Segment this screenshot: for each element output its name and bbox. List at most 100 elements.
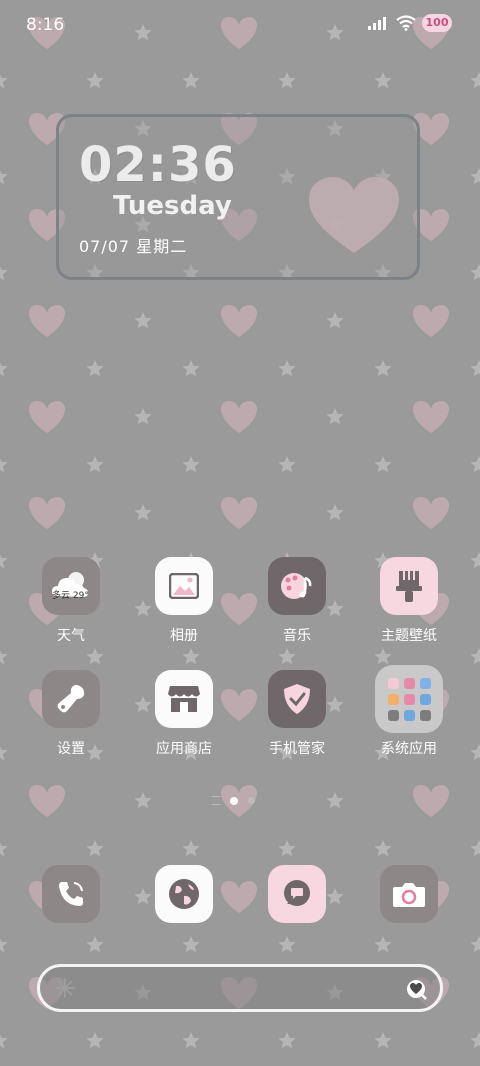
page-dot[interactable] <box>248 797 255 804</box>
wallpaper-star <box>374 648 392 665</box>
wallpaper-star <box>374 360 392 377</box>
app-label: 手机管家 <box>269 741 325 757</box>
wallpaper-heart <box>28 785 66 817</box>
app-label: 天气 <box>57 628 85 644</box>
app-security[interactable]: 手机管家 <box>247 670 347 758</box>
wallpaper-star <box>86 360 104 377</box>
wallpaper-heart <box>220 401 258 433</box>
wifi-icon <box>396 15 416 31</box>
wallpaper-star <box>278 72 296 89</box>
wallpaper-heart <box>220 497 258 529</box>
clock-date: 07/07 星期二 <box>79 237 188 256</box>
wallpaper-star <box>374 840 392 857</box>
app-label: 系统应用 <box>381 741 437 757</box>
theme-brush-icon[interactable] <box>380 557 438 615</box>
weather-icon[interactable]: 多云 29° <box>42 557 100 615</box>
wallpaper-star <box>86 72 104 89</box>
wallpaper-star <box>134 504 152 521</box>
wallpaper-star <box>182 648 200 665</box>
wallpaper-star <box>326 408 344 425</box>
music-icon[interactable] <box>268 557 326 615</box>
app-store[interactable]: 应用商店 <box>134 670 234 758</box>
wallpaper-star <box>278 456 296 473</box>
page-indicator[interactable] <box>212 796 255 805</box>
wallpaper-heart <box>412 305 450 337</box>
wallpaper-star <box>182 840 200 857</box>
wallpaper-star <box>0 74 8 89</box>
wallpaper-star <box>86 648 104 665</box>
wallpaper-star <box>470 552 480 569</box>
app-gallery[interactable]: 相册 <box>134 557 234 645</box>
app-music[interactable]: 音乐 <box>247 557 347 645</box>
dock-phone[interactable] <box>21 865 121 923</box>
wallpaper-star <box>470 264 480 281</box>
folder-icon[interactable] <box>375 665 443 733</box>
wallpaper-star <box>470 840 480 857</box>
dock-camera[interactable] <box>359 865 459 923</box>
status-icons: 100 <box>368 14 452 32</box>
app-weather[interactable]: 多云 29° 天气 <box>21 557 121 645</box>
assistant-spark-icon[interactable] <box>54 977 76 999</box>
app-themes[interactable]: 主题壁纸 <box>359 557 459 645</box>
dock-messages[interactable] <box>247 865 347 923</box>
security-shield-icon[interactable] <box>268 670 326 728</box>
wallpaper-star <box>134 312 152 329</box>
wallpaper-star <box>0 650 8 665</box>
dock-browser[interactable] <box>134 865 234 923</box>
clock-time: 02:36 <box>79 137 237 193</box>
camera-icon[interactable] <box>380 865 438 923</box>
wallpaper-star <box>470 648 480 665</box>
wallpaper-star <box>470 744 480 761</box>
wallpaper-heart <box>220 305 258 337</box>
app-label: 相册 <box>170 628 198 644</box>
wallpaper-star <box>374 1032 392 1049</box>
wallpaper-star <box>470 360 480 377</box>
app-folder-system[interactable]: 系统应用 <box>359 665 459 758</box>
wallpaper-star <box>278 840 296 857</box>
wallpaper-star <box>134 792 152 809</box>
heart-search-icon[interactable] <box>404 977 428 1001</box>
wallpaper-star <box>470 168 480 185</box>
wallpaper-heart <box>220 17 258 49</box>
wallpaper-star <box>182 1032 200 1049</box>
wallpaper-star <box>326 792 344 809</box>
wallpaper-star <box>470 936 480 953</box>
settings-wrench-icon[interactable] <box>42 670 100 728</box>
wallpaper-star <box>470 1032 480 1049</box>
wallpaper-star <box>134 408 152 425</box>
browser-globe-icon[interactable] <box>155 865 213 923</box>
wallpaper-heart <box>412 401 450 433</box>
clock-day: Tuesday <box>113 191 232 221</box>
wallpaper-star <box>0 266 8 281</box>
messages-icon[interactable] <box>268 865 326 923</box>
widget-heart-decoration <box>309 177 399 253</box>
phone-icon[interactable] <box>42 865 100 923</box>
page-list-indicator <box>212 796 220 805</box>
search-bar[interactable] <box>37 964 443 1012</box>
wallpaper-star <box>0 842 8 857</box>
wallpaper-star <box>326 312 344 329</box>
wallpaper-star <box>0 554 8 569</box>
wallpaper-star <box>86 840 104 857</box>
wallpaper-star <box>278 936 296 953</box>
wallpaper-heart <box>28 305 66 337</box>
wallpaper-star <box>470 72 480 89</box>
wallpaper-star <box>0 938 8 953</box>
weather-text: 多云 29° <box>52 591 89 601</box>
clock-widget[interactable]: 02:36 Tuesday 07/07 星期二 <box>56 114 420 280</box>
app-store-icon[interactable] <box>155 670 213 728</box>
wallpaper-star <box>0 746 8 761</box>
app-label: 主题壁纸 <box>381 628 437 644</box>
battery-icon: 100 <box>422 14 452 32</box>
wallpaper-heart <box>412 497 450 529</box>
app-settings[interactable]: 设置 <box>21 670 121 758</box>
gallery-icon[interactable] <box>155 557 213 615</box>
wallpaper-star <box>0 1034 8 1049</box>
app-label: 应用商店 <box>156 741 212 757</box>
page-dot-active[interactable] <box>230 796 238 805</box>
wallpaper-star <box>182 360 200 377</box>
wallpaper-star <box>470 456 480 473</box>
wallpaper-star <box>374 456 392 473</box>
wallpaper-star <box>86 456 104 473</box>
status-time: 8:16 <box>26 15 65 35</box>
